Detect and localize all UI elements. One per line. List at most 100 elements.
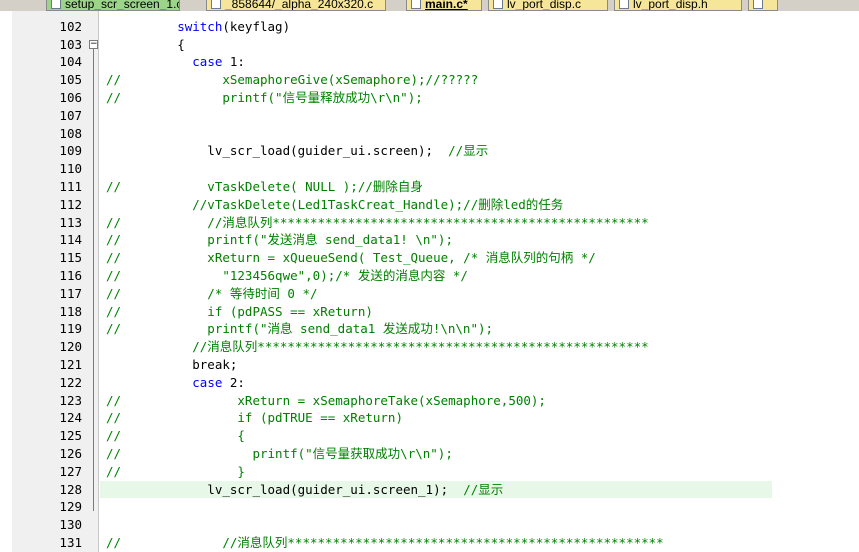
code-line[interactable]: 129: [0, 498, 772, 516]
code-text: "123456qwe",0);/* 发送的消息内容 */: [117, 267, 468, 285]
file-icon: [493, 0, 503, 9]
line-number: 111: [59, 179, 82, 194]
code-line[interactable]: 103− {: [0, 36, 772, 54]
code-line[interactable]: 131// //消息队列****************************…: [0, 534, 772, 552]
code-text: vTaskDelete( NULL );//删除自身: [117, 178, 423, 196]
code-line[interactable]: 120 //消息队列******************************…: [0, 338, 772, 356]
code-line[interactable]: 116// "123456qwe",0);/* 发送的消息内容 */: [0, 267, 772, 285]
line-number: 126: [59, 446, 82, 461]
code-line[interactable]: 118// if (pdPASS == xReturn): [0, 303, 772, 321]
code-comment: //vTaskDelete(Led1TaskCreat_Handle);//删除…: [117, 196, 564, 212]
file-icon: [211, 0, 221, 9]
code-text: printf("信号量获取成功\r\n");: [117, 445, 453, 463]
code-text: printf("信号量释放成功\r\n");: [117, 89, 422, 107]
file-icon: [619, 0, 629, 9]
code-token: 2:: [222, 374, 245, 390]
code-text: break;: [117, 356, 237, 374]
code-line[interactable]: 110: [0, 160, 772, 178]
code-text: lv_scr_load(guider_ui.screen); //显示: [117, 142, 488, 160]
code-keyword: case: [192, 54, 223, 70]
tab-label: lv_port_disp.c: [507, 0, 582, 11]
code-line[interactable]: 123// xReturn = xSemaphoreTake(xSemaphor…: [0, 392, 772, 410]
line-number: 121: [59, 357, 82, 372]
line-number: 110: [59, 161, 82, 177]
code-comment: //消息队列**********************************…: [117, 535, 664, 550]
tab-lv-port-disp-c[interactable]: lv_port_disp.c: [488, 0, 608, 11]
code-line[interactable]: 125// {: [0, 427, 772, 445]
code-line[interactable]: 113// //消息队列****************************…: [0, 214, 772, 232]
tab-label: setup_scr_screen_1.c: [65, 0, 180, 11]
line-number: 104: [59, 54, 82, 70]
code-line[interactable]: 109 lv_scr_load(guider_ui.screen); //显示: [0, 142, 772, 160]
fold-guide-line: [93, 48, 94, 512]
code-token: {: [117, 36, 185, 52]
code-token: lv_scr_load(guider_ui.screen_1);: [117, 481, 464, 497]
line-number: 102: [59, 18, 82, 34]
line-number: 108: [59, 125, 82, 141]
code-text: if (pdTRUE == xReturn): [117, 409, 403, 427]
fold-collapse-icon[interactable]: −: [89, 39, 98, 49]
code-text: //vTaskDelete(Led1TaskCreat_Handle);//删除…: [117, 196, 563, 214]
code-line[interactable]: 114// printf("发送消息 send_data1! \n");: [0, 231, 772, 249]
code-line[interactable]: 130: [0, 516, 772, 534]
code-text: }: [117, 463, 245, 481]
code-comment: //显示: [448, 143, 489, 159]
tab-file-5[interactable]: [748, 0, 778, 11]
code-line[interactable]: 115// xReturn = xQueueSend( Test_Queue, …: [0, 249, 772, 267]
tab-label: lv_port_disp.h: [633, 0, 708, 11]
file-icon: [753, 0, 763, 9]
line-number: 105: [59, 72, 82, 88]
code-line[interactable]: 107: [0, 107, 772, 125]
line-number: 107: [59, 107, 82, 123]
code-comment: printf("消息 send_data1 发送成功!\n\n");: [117, 321, 494, 337]
code-line[interactable]: 105// xSemaphoreGive(xSemaphore);//?????: [0, 71, 772, 89]
line-number: 120: [59, 339, 82, 355]
code-token: break;: [117, 357, 238, 372]
tab-lv-port-disp-h[interactable]: lv_port_disp.h: [614, 0, 742, 11]
code-comment: if (pdPASS == xReturn): [117, 303, 373, 319]
line-number: 117: [59, 285, 82, 301]
code-line[interactable]: 119// printf("消息 send_data1 发送成功!\n\n");: [0, 320, 772, 338]
line-number: 106: [59, 90, 82, 105]
tab-label: _858644/_alpha_240x320.c: [225, 0, 374, 11]
code-keyword: switch: [117, 18, 223, 34]
code-comment: xSemaphoreGive(xSemaphore);//?????: [117, 72, 479, 88]
line-number: 112: [59, 196, 82, 212]
code-line[interactable]: 106// printf("信号量释放成功\r\n");: [0, 89, 772, 107]
code-line[interactable]: 112 //vTaskDelete(Led1TaskCreat_Handle);…: [0, 196, 772, 214]
code-line[interactable]: 111// vTaskDelete( NULL );//删除自身: [0, 178, 772, 196]
tab-858644-alpha-240x320-c[interactable]: _858644/_alpha_240x320.c: [206, 0, 386, 11]
code-line[interactable]: 104 case 1:: [0, 53, 772, 71]
code-comment: /* 等待时间 0 */: [117, 285, 318, 301]
code-line[interactable]: 117// /* 等待时间 0 */: [0, 285, 772, 303]
code-line[interactable]: 102 switch(keyflag): [0, 18, 772, 36]
tab-label: main.c*: [425, 0, 468, 11]
code-text: xReturn = xQueueSend( Test_Queue, /* 消息队…: [117, 249, 596, 267]
line-number: 125: [59, 428, 82, 444]
line-number: 128: [59, 481, 82, 497]
line-number: 115: [59, 250, 82, 266]
code-text: lv_scr_load(guider_ui.screen_1); //显示: [117, 481, 503, 499]
code-line[interactable]: 126// printf("信号量获取成功\r\n");: [0, 445, 772, 463]
code-line[interactable]: 121 break;: [0, 356, 772, 374]
tab-setup-scr-screen-1-c[interactable]: setup_scr_screen_1.c: [46, 0, 180, 11]
code-text: //消息队列**********************************…: [117, 534, 664, 552]
code-comment: printf("信号量获取成功\r\n");: [117, 446, 453, 461]
code-line[interactable]: 122 case 2:: [0, 374, 772, 392]
code-comment: vTaskDelete( NULL );//删除自身: [117, 179, 423, 194]
file-icon: [51, 0, 61, 9]
code-line[interactable]: 124// if (pdTRUE == xReturn): [0, 409, 772, 427]
code-line[interactable]: 127// }: [0, 463, 772, 481]
code-line[interactable]: 128 lv_scr_load(guider_ui.screen_1); //显…: [0, 480, 772, 499]
line-number: 118: [59, 303, 82, 319]
line-number: 103: [59, 36, 82, 52]
code-line[interactable]: 108: [0, 125, 772, 143]
code-comment: {: [117, 428, 245, 444]
code-keyword: case: [192, 374, 223, 390]
code-editor[interactable]: 102 switch(keyflag) 103− {104 case 1: 105/…: [0, 11, 772, 552]
tab-main-c[interactable]: main.c*: [406, 0, 482, 11]
line-number: 116: [59, 268, 82, 283]
line-number: 122: [59, 374, 82, 390]
code-text: printf("消息 send_data1 发送成功!\n\n");: [117, 320, 493, 338]
